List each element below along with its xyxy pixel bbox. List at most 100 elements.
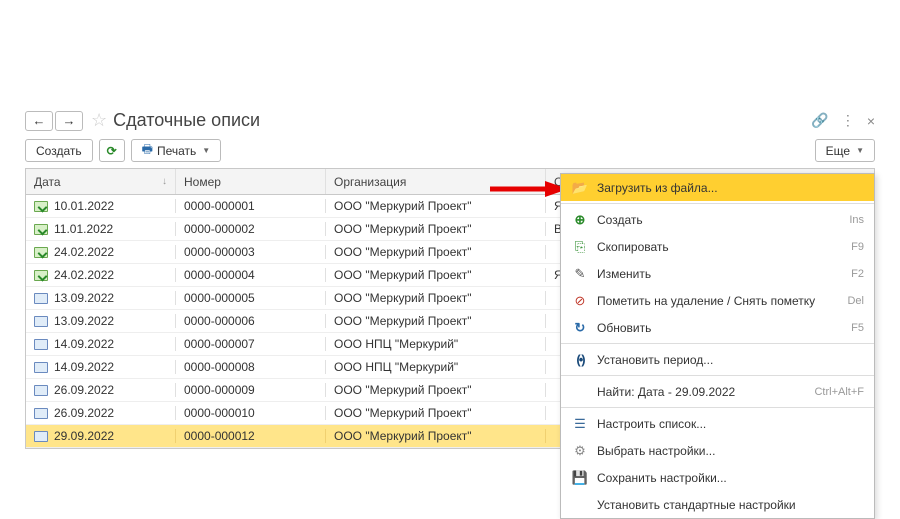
document-status-icon <box>34 293 48 304</box>
print-button[interactable]: 🖶 Печать ▼ <box>131 139 222 162</box>
cell-number: 0000-000002 <box>176 222 326 236</box>
cell-org: ООО "Меркурий Проект" <box>326 222 546 236</box>
cell-org: ООО "Меркурий Проект" <box>326 291 546 305</box>
cell-org: ООО "Меркурий Проект" <box>326 314 546 328</box>
header-right-controls: 🔗 ⋮ × <box>811 112 875 129</box>
menu-item-create[interactable]: ⊕ Создать Ins <box>561 206 874 233</box>
cell-number: 0000-000010 <box>176 406 326 420</box>
document-status-icon <box>34 224 48 235</box>
period-icon: (•) <box>571 352 589 367</box>
document-status-icon <box>34 270 48 281</box>
cell-org: ООО "Меркурий Проект" <box>326 429 546 443</box>
favorite-star-icon[interactable]: ☆ <box>91 110 107 131</box>
cell-number: 0000-000004 <box>176 268 326 282</box>
document-status-icon <box>34 385 48 396</box>
gear-icon: ⚙ <box>571 443 589 459</box>
menu-separator <box>561 203 874 204</box>
create-button[interactable]: Создать <box>25 139 93 162</box>
shortcut-label: Ins <box>849 214 864 226</box>
menu-item-configure-list[interactable]: ☰ Настроить список... <box>561 410 874 437</box>
print-button-label: Печать <box>157 144 196 158</box>
menu-item-find[interactable]: Найти: Дата - 29.09.2022 Ctrl+Alt+F <box>561 378 874 405</box>
menu-item-copy[interactable]: ⎘ Скопировать F9 <box>561 233 874 260</box>
menu-item-label: Скопировать <box>597 240 669 254</box>
document-status-icon <box>34 339 48 350</box>
refresh-button[interactable]: ⟳ <box>99 139 125 162</box>
column-header-org[interactable]: Организация <box>326 169 546 194</box>
cell-number: 0000-000001 <box>176 199 326 213</box>
column-header-number[interactable]: Номер <box>176 169 326 194</box>
cell-number: 0000-000008 <box>176 360 326 374</box>
menu-item-label: Сохранить настройки... <box>597 471 727 485</box>
refresh-icon: ⟳ <box>107 144 117 158</box>
menu-item-label: Установить период... <box>597 353 713 367</box>
list-settings-icon: ☰ <box>571 416 589 432</box>
refresh-icon: ↻ <box>571 320 589 336</box>
cell-org: ООО НПЦ "Меркурий" <box>326 337 546 351</box>
document-status-icon <box>34 408 48 419</box>
create-button-label: Создать <box>36 144 82 158</box>
document-status-icon <box>34 362 48 373</box>
menu-item-label: Изменить <box>597 267 651 281</box>
menu-item-label: Настроить список... <box>597 417 706 431</box>
menu-item-label: Пометить на удаление / Снять пометку <box>597 294 815 308</box>
cell-number: 0000-000005 <box>176 291 326 305</box>
cell-org: ООО НПЦ "Меркурий" <box>326 360 546 374</box>
printer-icon: 🖶 <box>142 140 153 161</box>
cell-org: ООО "Меркурий Проект" <box>326 199 546 213</box>
menu-item-label: Создать <box>597 213 643 227</box>
cell-date: 13.09.2022 <box>26 291 176 305</box>
menu-item-refresh[interactable]: ↻ Обновить F5 <box>561 314 874 341</box>
pencil-icon: ✎ <box>571 266 589 282</box>
cell-date: 13.09.2022 <box>26 314 176 328</box>
menu-item-set-period[interactable]: (•) Установить период... <box>561 346 874 373</box>
chevron-down-icon: ▼ <box>856 146 864 155</box>
plus-icon: ⊕ <box>571 212 589 228</box>
cell-date: 14.09.2022 <box>26 360 176 374</box>
cell-number: 0000-000003 <box>176 245 326 259</box>
cell-number: 0000-000006 <box>176 314 326 328</box>
cell-date: 24.02.2022 <box>26 245 176 259</box>
menu-separator <box>561 407 874 408</box>
shortcut-label: F2 <box>851 268 864 280</box>
nav-buttons: ← → <box>25 111 83 131</box>
document-status-icon <box>34 201 48 212</box>
cell-date: 14.09.2022 <box>26 337 176 351</box>
shortcut-label: F9 <box>851 241 864 253</box>
cell-org: ООО "Меркурий Проект" <box>326 245 546 259</box>
chevron-down-icon: ▼ <box>202 146 210 155</box>
menu-item-choose-settings[interactable]: ⚙ Выбрать настройки... <box>561 437 874 464</box>
menu-separator <box>561 375 874 376</box>
menu-item-save-settings[interactable]: 💾 Сохранить настройки... <box>561 464 874 491</box>
cell-org: ООО "Меркурий Проект" <box>326 406 546 420</box>
more-dropdown-menu: 📂 Загрузить из файла... ⊕ Создать Ins ⎘ … <box>560 173 875 519</box>
close-icon[interactable]: × <box>867 113 875 129</box>
save-icon: 💾 <box>571 470 589 486</box>
menu-item-label: Загрузить из файла... <box>597 181 718 195</box>
menu-item-label: Выбрать настройки... <box>597 444 715 458</box>
toolbar: Создать ⟳ 🖶 Печать ▼ Еще ▼ <box>25 139 875 162</box>
cell-org: ООО "Меркурий Проект" <box>326 268 546 282</box>
sort-down-icon: ↓ <box>162 176 167 187</box>
cell-number: 0000-000009 <box>176 383 326 397</box>
column-header-date[interactable]: Дата ↓ <box>26 169 176 194</box>
cell-org: ООО "Меркурий Проект" <box>326 383 546 397</box>
more-button[interactable]: Еще ▼ <box>815 139 875 162</box>
nav-back-button[interactable]: ← <box>25 111 53 131</box>
cell-date: 10.01.2022 <box>26 199 176 213</box>
nav-forward-button[interactable]: → <box>55 111 83 131</box>
menu-item-edit[interactable]: ✎ Изменить F2 <box>561 260 874 287</box>
menu-item-mark-delete[interactable]: ⊘ Пометить на удаление / Снять пометку D… <box>561 287 874 314</box>
menu-item-set-default[interactable]: Установить стандартные настройки <box>561 491 874 518</box>
shortcut-label: F5 <box>851 322 864 334</box>
document-status-icon <box>34 316 48 327</box>
document-status-icon <box>34 431 48 442</box>
page-title: Сдаточные описи <box>113 110 260 131</box>
menu-item-load-from-file[interactable]: 📂 Загрузить из файла... <box>561 174 874 201</box>
more-vertical-icon[interactable]: ⋮ <box>841 112 855 129</box>
shortcut-label: Del <box>847 295 864 307</box>
cell-number: 0000-000012 <box>176 429 326 443</box>
cell-date: 26.09.2022 <box>26 383 176 397</box>
link-icon[interactable]: 🔗 <box>811 112 828 129</box>
cell-number: 0000-000007 <box>176 337 326 351</box>
